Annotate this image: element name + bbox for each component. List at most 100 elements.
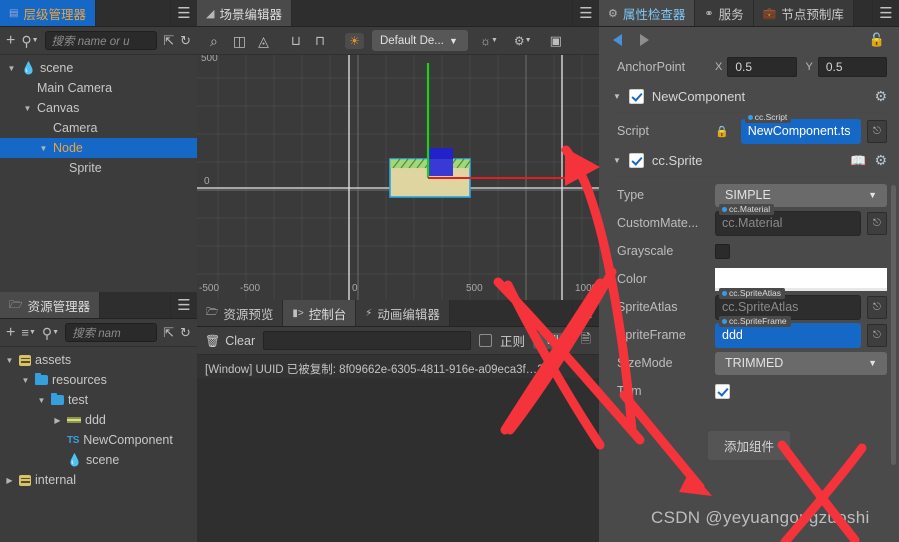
tab-scene-editor[interactable]: ◢ 场景编辑器: [197, 0, 292, 26]
pick-asset-icon[interactable]: ⎋: [867, 295, 887, 319]
asset-field[interactable]: cc.SpriteFrame ddd: [715, 315, 861, 348]
asset-value: cc.SpriteAtlas: [722, 300, 799, 314]
checkbox-control[interactable]: [715, 243, 730, 259]
scene-menu-icon[interactable]: ☰: [573, 0, 599, 26]
search-input[interactable]: 搜索 nam: [65, 323, 158, 342]
chevron-down-icon[interactable]: ▼: [613, 156, 621, 165]
assets-tabbar: 🗁 资源管理器 ☰: [0, 292, 197, 319]
refresh-icon[interactable]: ↻: [180, 326, 191, 339]
tree-node-camera[interactable]: Camera: [0, 118, 197, 138]
tree-arrow-icon[interactable]: ▼: [38, 144, 49, 153]
tree-arrow-icon[interactable]: ▶: [4, 476, 15, 485]
field-control: [715, 383, 887, 399]
tree-node-scene[interactable]: ▼ 💧 scene: [0, 58, 197, 78]
tree-node-ddd[interactable]: ▶ ddd: [0, 410, 197, 430]
tab-动画编辑器[interactable]: ⚡ 动画编辑器: [356, 300, 450, 326]
inspector-menu-icon[interactable]: ☰: [873, 0, 899, 26]
tab-资源预览[interactable]: 🗁 资源预览: [197, 300, 284, 326]
tree-node-scene[interactable]: 💧 scene: [0, 450, 197, 470]
asset-field[interactable]: cc.Material cc.Material: [715, 203, 861, 236]
pick-asset-icon[interactable]: ⎋: [867, 119, 887, 143]
folder-icon: 🗁: [9, 298, 23, 311]
plus-icon[interactable]: +: [6, 32, 15, 49]
help-book-icon[interactable]: 📖: [850, 153, 866, 169]
checkbox-control[interactable]: [715, 383, 730, 399]
clear-button[interactable]: 🗑 Clear: [205, 334, 255, 348]
layout-icon[interactable]: ▣: [550, 34, 562, 47]
component-header[interactable]: ▼ cc.Sprite 📖 ⚙: [599, 145, 899, 176]
tree-node-assets[interactable]: ▼ assets: [0, 350, 197, 370]
tree-node-internal[interactable]: ▶ internal: [0, 470, 197, 490]
asset-type-label: cc.SpriteFrame: [729, 315, 787, 326]
pick-asset-icon[interactable]: ⎋: [867, 211, 887, 235]
console-filter-input[interactable]: [263, 331, 472, 350]
tree-arrow-icon[interactable]: ▼: [36, 396, 47, 405]
sort-icon[interactable]: ≡ ▼: [21, 326, 36, 339]
regex-checkbox[interactable]: [479, 334, 493, 347]
search-dropdown-icon[interactable]: ⚲ ▼: [42, 326, 59, 340]
camera-icon[interactable]: ☼ ▼: [480, 35, 498, 47]
align-left-icon[interactable]: ◫: [233, 34, 246, 48]
scene-render-surface[interactable]: [197, 55, 599, 300]
tree-node-canvas[interactable]: ▼ Canvas: [0, 98, 197, 118]
ruler-label-x2: 0: [352, 283, 358, 294]
hierarchy-menu-icon[interactable]: ☰: [171, 0, 197, 26]
search-input[interactable]: 搜索 name or u: [44, 31, 158, 50]
tabbar-filler: [100, 292, 171, 318]
tree-node-newcomponent[interactable]: TS NewComponent: [0, 430, 197, 450]
collapse-all-icon[interactable]: ⇱: [163, 326, 174, 339]
align-right-icon[interactable]: ◬: [258, 34, 269, 48]
tab-控制台[interactable]: ▮> 控制台: [283, 300, 357, 326]
log-level-select[interactable]: all: [533, 332, 573, 349]
tree-node-main-camera[interactable]: Main Camera: [0, 78, 197, 98]
gear-icon[interactable]: ⚙: [874, 152, 887, 169]
align-bottom-icon[interactable]: ⊓: [315, 34, 325, 47]
tree-arrow-icon[interactable]: ▼: [4, 356, 15, 365]
tree-arrow-icon[interactable]: ▼: [22, 104, 33, 113]
search-dropdown-icon[interactable]: ⚲ ▼: [21, 34, 38, 48]
anchorpoint-x-input[interactable]: 0.5: [727, 57, 797, 77]
component-header[interactable]: ▼ NewComponent ⚙: [599, 81, 899, 112]
console-menu-icon[interactable]: ☰: [573, 300, 599, 326]
tree-arrow-icon[interactable]: ▼: [6, 64, 17, 73]
gear-icon[interactable]: ⚙: [874, 88, 887, 105]
tree-arrow-icon[interactable]: ▼: [20, 376, 31, 385]
select-control[interactable]: TRIMMED ▼: [715, 351, 887, 375]
tab-节点预制库[interactable]: 💼 节点预制库: [753, 0, 854, 26]
chevron-down-icon[interactable]: ▼: [613, 92, 621, 101]
component-list: ▼ NewComponent ⚙ Script 🔒 cc.Script NewCompone…: [599, 81, 899, 405]
refresh-icon[interactable]: ↻: [180, 34, 191, 47]
anchorpoint-y-input[interactable]: 0.5: [817, 57, 887, 77]
asset-field[interactable]: cc.Script NewComponent.ts: [740, 111, 861, 144]
image-asset-icon: [67, 417, 81, 423]
gear-icon[interactable]: ⚙ ▼: [514, 35, 532, 47]
plus-icon[interactable]: +: [6, 324, 15, 341]
tab-属性检查器[interactable]: ⚙ 属性检查器: [599, 0, 696, 26]
lighting-icon[interactable]: ☀: [345, 32, 364, 49]
add-component-button[interactable]: 添加组件: [707, 431, 790, 460]
tab-hierarchy[interactable]: ▤ 层级管理器: [0, 0, 96, 26]
unlock-icon[interactable]: 🔓: [869, 32, 885, 48]
zoom-fit-icon[interactable]: ⌕: [210, 34, 218, 48]
collapse-all-icon[interactable]: ⇱: [163, 34, 174, 47]
tree-node-node[interactable]: ▼ Node: [0, 138, 197, 158]
scene-viewport[interactable]: 500 0 -500 -500 0 500 1000: [197, 55, 599, 300]
pick-asset-icon[interactable]: ⎋: [867, 323, 887, 347]
component-enabled-checkbox[interactable]: [628, 153, 644, 168]
tree-node-label: resources: [52, 373, 107, 387]
field-label: CustomMate...: [617, 216, 699, 230]
tree-node-resources[interactable]: ▼ resources: [0, 370, 197, 390]
align-top-icon[interactable]: ⊔: [291, 34, 301, 47]
component-enabled-checkbox[interactable]: [628, 89, 644, 104]
tab-assets[interactable]: 🗁 资源管理器: [0, 292, 101, 318]
tree-node-sprite[interactable]: Sprite: [0, 158, 197, 178]
tab-服务[interactable]: ⚭ 服务: [695, 0, 754, 26]
export-file-icon[interactable]: 🗎: [581, 330, 591, 352]
triangle-left-icon[interactable]: [613, 34, 622, 46]
tree-node-test[interactable]: ▼ test: [0, 390, 197, 410]
device-select[interactable]: Default De... ▼: [371, 30, 468, 51]
assets-menu-icon[interactable]: ☰: [171, 292, 197, 318]
triangle-right-icon[interactable]: [640, 34, 649, 46]
tree-arrow-icon[interactable]: ▶: [52, 416, 63, 425]
inspector-scrollbar[interactable]: [891, 185, 896, 465]
